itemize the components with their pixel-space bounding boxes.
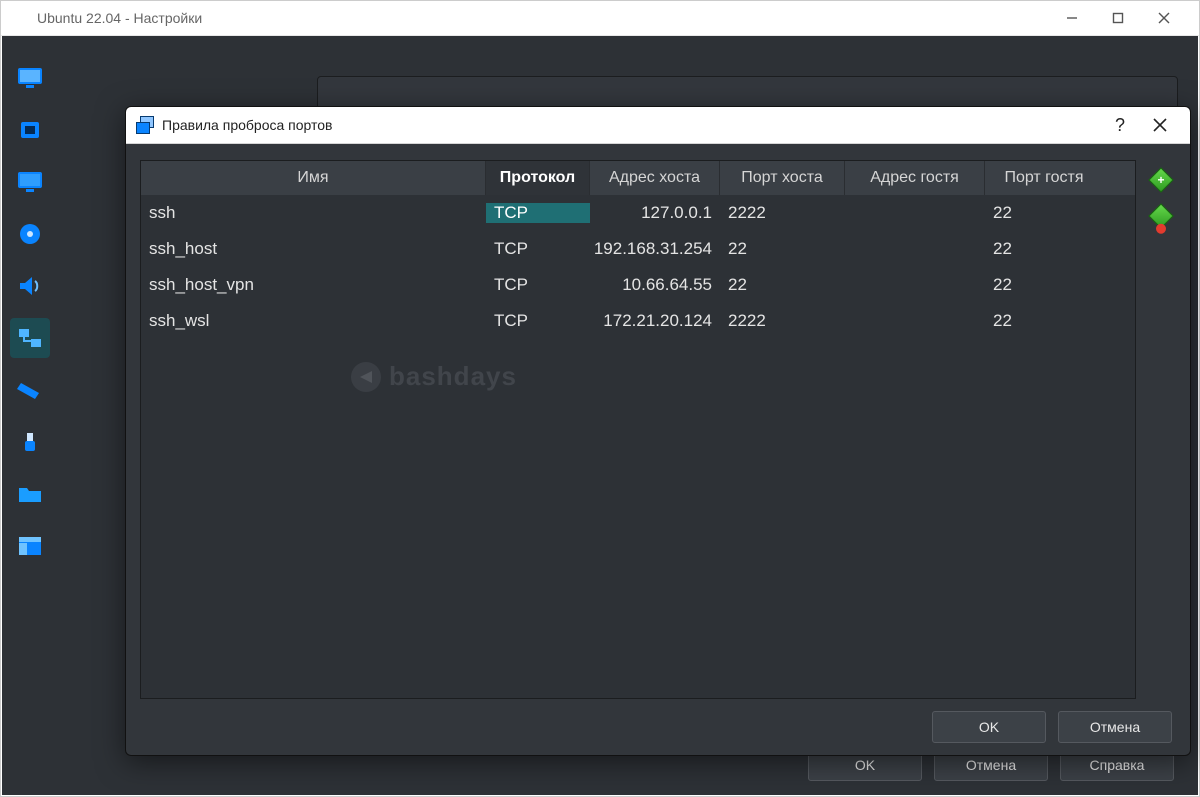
column-protocol[interactable]: Протокол xyxy=(486,161,590,195)
column-host-address[interactable]: Адрес хоста xyxy=(590,161,720,195)
cell-host_addr[interactable]: 172.21.20.124 xyxy=(590,311,720,331)
serial-port-icon xyxy=(17,379,43,401)
table-row[interactable]: ssh_host_vpnTCP10.66.64.552222 xyxy=(141,267,1135,303)
cell-name[interactable]: ssh_host_vpn xyxy=(141,275,486,295)
column-guest-address[interactable]: Адрес гостя xyxy=(845,161,985,195)
table-body: sshTCP127.0.0.1222222ssh_hostTCP192.168.… xyxy=(141,195,1135,698)
dialog-help-button[interactable]: ? xyxy=(1100,108,1140,142)
cell-guest_port[interactable]: 22 xyxy=(985,275,1103,295)
network-icon xyxy=(17,327,43,349)
chip-icon xyxy=(17,119,43,141)
port-forwarding-dialog: Правила проброса портов ? bashdays xyxy=(125,106,1191,756)
usb-icon xyxy=(17,431,43,453)
column-name[interactable]: Имя xyxy=(141,161,486,195)
window-close-button[interactable] xyxy=(1141,2,1187,34)
sidebar-item-network[interactable] xyxy=(10,318,50,358)
cell-host_port[interactable]: 22 xyxy=(720,239,845,259)
cell-protocol[interactable]: TCP xyxy=(486,239,590,259)
window-titlebar: Ubuntu 22.04 - Настройки xyxy=(1,1,1199,36)
display-icon xyxy=(17,171,43,193)
dialog-titlebar: Правила проброса портов ? xyxy=(126,107,1190,144)
remove-rule-button[interactable] xyxy=(1149,204,1173,228)
cell-protocol[interactable]: TCP xyxy=(486,275,590,295)
settings-content: OK Отмена Справка Правила проброса порто… xyxy=(57,36,1198,795)
gear-icon xyxy=(13,10,29,26)
column-guest-port[interactable]: Порт гостя xyxy=(985,161,1103,195)
sidebar-item-storage[interactable] xyxy=(10,214,50,254)
cell-name[interactable]: ssh_wsl xyxy=(141,311,486,331)
sidebar-item-shared-folders[interactable] xyxy=(10,474,50,514)
cell-host_addr[interactable]: 10.66.64.55 xyxy=(590,275,720,295)
dialog-cancel-button[interactable]: Отмена xyxy=(1058,711,1172,743)
dialog-ok-button[interactable]: OK xyxy=(932,711,1046,743)
dialog-toolbar: + xyxy=(1146,160,1176,699)
sidebar-item-user-interface[interactable] xyxy=(10,526,50,566)
ui-icon xyxy=(17,535,43,557)
dialog-button-row: OK Отмена xyxy=(126,699,1190,755)
cell-name[interactable]: ssh xyxy=(141,203,486,223)
dialog-title: Правила проброса портов xyxy=(162,117,332,133)
table-row[interactable]: ssh_wslTCP172.21.20.124222222 xyxy=(141,303,1135,339)
cell-guest_port[interactable]: 22 xyxy=(985,311,1103,331)
table-row[interactable]: ssh_hostTCP192.168.31.2542222 xyxy=(141,231,1135,267)
settings-sidebar xyxy=(2,36,57,795)
sidebar-item-audio[interactable] xyxy=(10,266,50,306)
cell-name[interactable]: ssh_host xyxy=(141,239,486,259)
settings-window: Ubuntu 22.04 - Настройки xyxy=(0,0,1200,797)
window-minimize-button[interactable] xyxy=(1049,2,1095,34)
cell-host_port[interactable]: 2222 xyxy=(720,311,845,331)
cell-protocol[interactable]: TCP xyxy=(486,311,590,331)
window-title: Ubuntu 22.04 - Настройки xyxy=(37,10,202,26)
table-header: Имя Протокол Адрес хоста Порт хоста Адре… xyxy=(141,161,1135,195)
port-forwarding-icon xyxy=(136,116,154,134)
cell-host_addr[interactable]: 127.0.0.1 xyxy=(590,203,720,223)
monitor-icon xyxy=(17,67,43,89)
add-rule-button[interactable]: + xyxy=(1149,168,1173,192)
dialog-close-button[interactable] xyxy=(1140,108,1180,142)
port-forwarding-table: bashdays Имя Протокол Адрес хоста Порт х… xyxy=(140,160,1136,699)
cell-host_port[interactable]: 22 xyxy=(720,275,845,295)
sidebar-item-display[interactable] xyxy=(10,162,50,202)
column-host-port[interactable]: Порт хоста xyxy=(720,161,845,195)
sidebar-item-usb[interactable] xyxy=(10,422,50,462)
sidebar-item-general[interactable] xyxy=(10,58,50,98)
sidebar-item-serial[interactable] xyxy=(10,370,50,410)
cell-guest_port[interactable]: 22 xyxy=(985,203,1103,223)
cell-host_port[interactable]: 2222 xyxy=(720,203,845,223)
settings-body: OK Отмена Справка Правила проброса порто… xyxy=(2,36,1198,795)
sidebar-item-system[interactable] xyxy=(10,110,50,150)
window-maximize-button[interactable] xyxy=(1095,2,1141,34)
folder-icon xyxy=(17,483,43,505)
table-row[interactable]: sshTCP127.0.0.1222222 xyxy=(141,195,1135,231)
cell-protocol[interactable]: TCP xyxy=(486,203,590,223)
speaker-icon xyxy=(17,275,43,297)
cell-guest_port[interactable]: 22 xyxy=(985,239,1103,259)
cell-host_addr[interactable]: 192.168.31.254 xyxy=(590,239,720,259)
disk-icon xyxy=(17,223,43,245)
